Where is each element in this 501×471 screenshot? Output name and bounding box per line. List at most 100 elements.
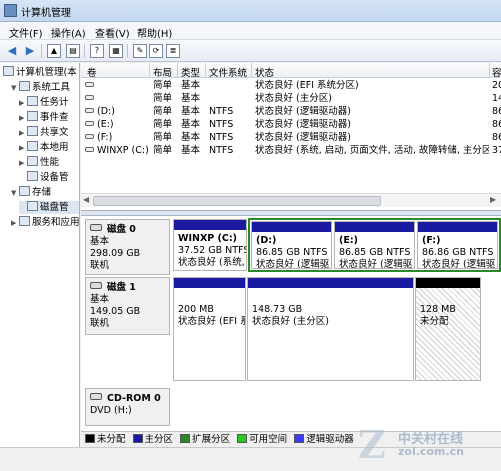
drive-icon bbox=[85, 134, 94, 139]
volume-status: 状态良好 (系统, 启动, 页面文件, 活动, 故障转储, 主分区) bbox=[255, 145, 489, 156]
tree-node-shared-folders[interactable]: ▶ 共享文 bbox=[19, 126, 69, 139]
back-arrow-icon[interactable]: ◀ bbox=[5, 44, 19, 58]
tree-node-system-tools[interactable]: ▼ 系统工具 bbox=[11, 81, 70, 94]
tree-node-label: 任务计 bbox=[40, 97, 69, 108]
volume-filesystem: NTFS bbox=[209, 106, 234, 117]
tree-node-task-scheduler[interactable]: ▶ 任务计 bbox=[19, 96, 69, 109]
rescan-disks-icon[interactable]: ⟳ bbox=[149, 44, 163, 58]
column-divider[interactable] bbox=[177, 63, 178, 78]
toolbar-separator bbox=[41, 44, 42, 58]
volume-row[interactable]: 简单 基本 状态良好 (主分区) 14 bbox=[81, 92, 501, 105]
cdrom-icon bbox=[90, 393, 102, 400]
event-viewer-icon bbox=[27, 111, 38, 121]
volume-row[interactable]: 简单 基本 状态良好 (EFI 系统分区) 20 bbox=[81, 79, 501, 92]
tree-node-disk-management[interactable]: 磁盘管 bbox=[19, 201, 79, 214]
forward-arrow-icon[interactable]: ▶ bbox=[23, 44, 37, 58]
up-folder-icon[interactable]: ▲ bbox=[47, 44, 61, 58]
expand-right-icon[interactable]: ▶ bbox=[19, 142, 27, 155]
window-title: 计算机管理 bbox=[21, 8, 71, 19]
disk-size: 149.05 GB bbox=[90, 306, 141, 317]
column-divider[interactable] bbox=[149, 63, 150, 78]
expand-right-icon[interactable]: ▶ bbox=[19, 97, 27, 110]
volume-row[interactable]: (F:) 简单 基本 NTFS 状态良好 (逻辑驱动器) 86 bbox=[81, 131, 501, 144]
partition-title: (E:) bbox=[339, 235, 358, 246]
logical-drive-bar bbox=[335, 222, 414, 232]
column-divider[interactable] bbox=[205, 63, 206, 78]
users-icon bbox=[27, 141, 38, 151]
tree-node-computer-management[interactable]: 计算机管理(本 bbox=[3, 66, 77, 79]
legend-label: 逻辑驱动器 bbox=[306, 434, 354, 445]
primary-partition-bar bbox=[248, 278, 413, 288]
tree-node-services-applications[interactable]: ▶ 服务和应用 bbox=[11, 216, 80, 230]
partition-c[interactable]: WINXP (C:) 37.52 GB NTFS 状态良好 (系统, bbox=[173, 219, 247, 271]
settings-icon[interactable]: ✎ bbox=[133, 44, 147, 58]
tree-node-event-viewer[interactable]: ▶ 事件查 bbox=[19, 111, 69, 124]
menu-file[interactable]: 文件(F) bbox=[9, 25, 43, 40]
disk1-label[interactable]: 磁盘 1 基本 149.05 GB 联机 bbox=[85, 277, 170, 335]
expand-right-icon[interactable]: ▶ bbox=[19, 127, 27, 140]
tree-node-label: 设备管 bbox=[40, 172, 69, 183]
tree-node-label: 共享文 bbox=[40, 127, 69, 138]
drive-icon bbox=[85, 121, 94, 126]
volume-layout: 简单 bbox=[153, 80, 173, 91]
partition-size: 148.73 GB bbox=[252, 304, 303, 315]
column-volume[interactable]: 卷 bbox=[87, 65, 97, 79]
volume-capacity: 86 bbox=[492, 119, 501, 130]
performance-icon bbox=[27, 156, 38, 166]
column-divider[interactable] bbox=[489, 63, 490, 78]
tree-node-label: 服务和应用 bbox=[32, 217, 80, 228]
legend-swatch-unallocated bbox=[85, 434, 95, 443]
tree-node-label: 性能 bbox=[40, 157, 60, 168]
drive-icon bbox=[85, 82, 94, 87]
partition-efi[interactable]: 200 MB 状态良好 (EFI 系 bbox=[173, 277, 246, 381]
column-layout[interactable]: 布局 bbox=[153, 65, 172, 79]
tree-node-storage[interactable]: ▼ 存储 bbox=[11, 186, 51, 199]
menu-view[interactable]: 查看(V) bbox=[95, 25, 130, 40]
column-filesystem[interactable]: 文件系统 bbox=[209, 65, 247, 79]
expand-right-icon[interactable]: ▶ bbox=[19, 112, 27, 125]
scroll-right-icon[interactable]: ▶ bbox=[490, 195, 496, 204]
drive-icon bbox=[85, 147, 94, 152]
help-icon[interactable]: ? bbox=[90, 44, 104, 58]
volume-status: 状态良好 (逻辑驱动器) bbox=[255, 132, 351, 143]
volume-row[interactable]: (E:) 简单 基本 NTFS 状态良好 (逻辑驱动器) 86 bbox=[81, 118, 501, 131]
expand-down-icon[interactable]: ▼ bbox=[11, 82, 19, 95]
drive-icon bbox=[85, 95, 94, 100]
cdrom-label[interactable]: CD-ROM 0 DVD (H:) bbox=[85, 388, 170, 426]
column-divider[interactable] bbox=[251, 63, 252, 78]
disk-state: 联机 bbox=[90, 260, 110, 271]
partition-d[interactable]: (D:) 86.85 GB NTFS 状态良好 (逻辑驱 bbox=[251, 221, 332, 269]
horizontal-scrollbar[interactable]: ◀ ▶ bbox=[81, 193, 501, 207]
expand-right-icon[interactable]: ▶ bbox=[19, 157, 27, 170]
volume-row[interactable]: WINXP (C:) 简单 基本 NTFS 状态良好 (系统, 启动, 页面文件… bbox=[81, 144, 501, 157]
unallocated-space[interactable]: 128 MB 未分配 bbox=[415, 277, 481, 381]
tree-node-performance[interactable]: ▶ 性能 bbox=[19, 156, 59, 169]
column-status[interactable]: 状态 bbox=[255, 65, 274, 79]
disk0-label[interactable]: 磁盘 0 基本 298.09 GB 联机 bbox=[85, 219, 170, 275]
menu-help[interactable]: 帮助(H) bbox=[137, 25, 172, 40]
partition-e[interactable]: (E:) 86.85 GB NTFS 状态良好 (逻辑驱 bbox=[334, 221, 415, 269]
disk-type: 基本 bbox=[90, 294, 110, 305]
expand-down-icon[interactable]: ▼ bbox=[11, 187, 19, 200]
disk-type: DVD (H:) bbox=[90, 405, 132, 416]
menu-action[interactable]: 操作(A) bbox=[51, 25, 86, 40]
partition-size: 86.85 GB NTFS bbox=[256, 247, 328, 258]
tree-node-label: 计算机管理(本 bbox=[16, 67, 77, 78]
partition-primary[interactable]: 148.73 GB 状态良好 (主分区) bbox=[247, 277, 414, 381]
column-capacity[interactable]: 容 bbox=[492, 65, 501, 79]
scroll-left-icon[interactable]: ◀ bbox=[83, 195, 89, 204]
shared-folder-icon bbox=[27, 126, 38, 136]
tree-node-local-users[interactable]: ▶ 本地用 bbox=[19, 141, 69, 154]
show-hide-tree-icon[interactable]: ▤ bbox=[66, 44, 80, 58]
services-icon bbox=[19, 216, 30, 226]
volume-status: 状态良好 (逻辑驱动器) bbox=[255, 106, 351, 117]
partition-f[interactable]: (F:) 86.86 GB NTFS 状态良好 (逻辑驱 bbox=[417, 221, 498, 269]
legend-label: 扩展分区 bbox=[192, 434, 231, 445]
scrollbar-thumb[interactable] bbox=[93, 196, 381, 206]
tree-node-device-manager[interactable]: 设备管 bbox=[19, 171, 69, 184]
view-list-icon[interactable]: ≣ bbox=[166, 44, 180, 58]
volume-row[interactable]: (D:) 简单 基本 NTFS 状态良好 (逻辑驱动器) 86 bbox=[81, 105, 501, 118]
properties-icon[interactable]: ▦ bbox=[109, 44, 123, 58]
column-type[interactable]: 类型 bbox=[181, 65, 200, 79]
expand-right-icon[interactable]: ▶ bbox=[11, 217, 19, 230]
